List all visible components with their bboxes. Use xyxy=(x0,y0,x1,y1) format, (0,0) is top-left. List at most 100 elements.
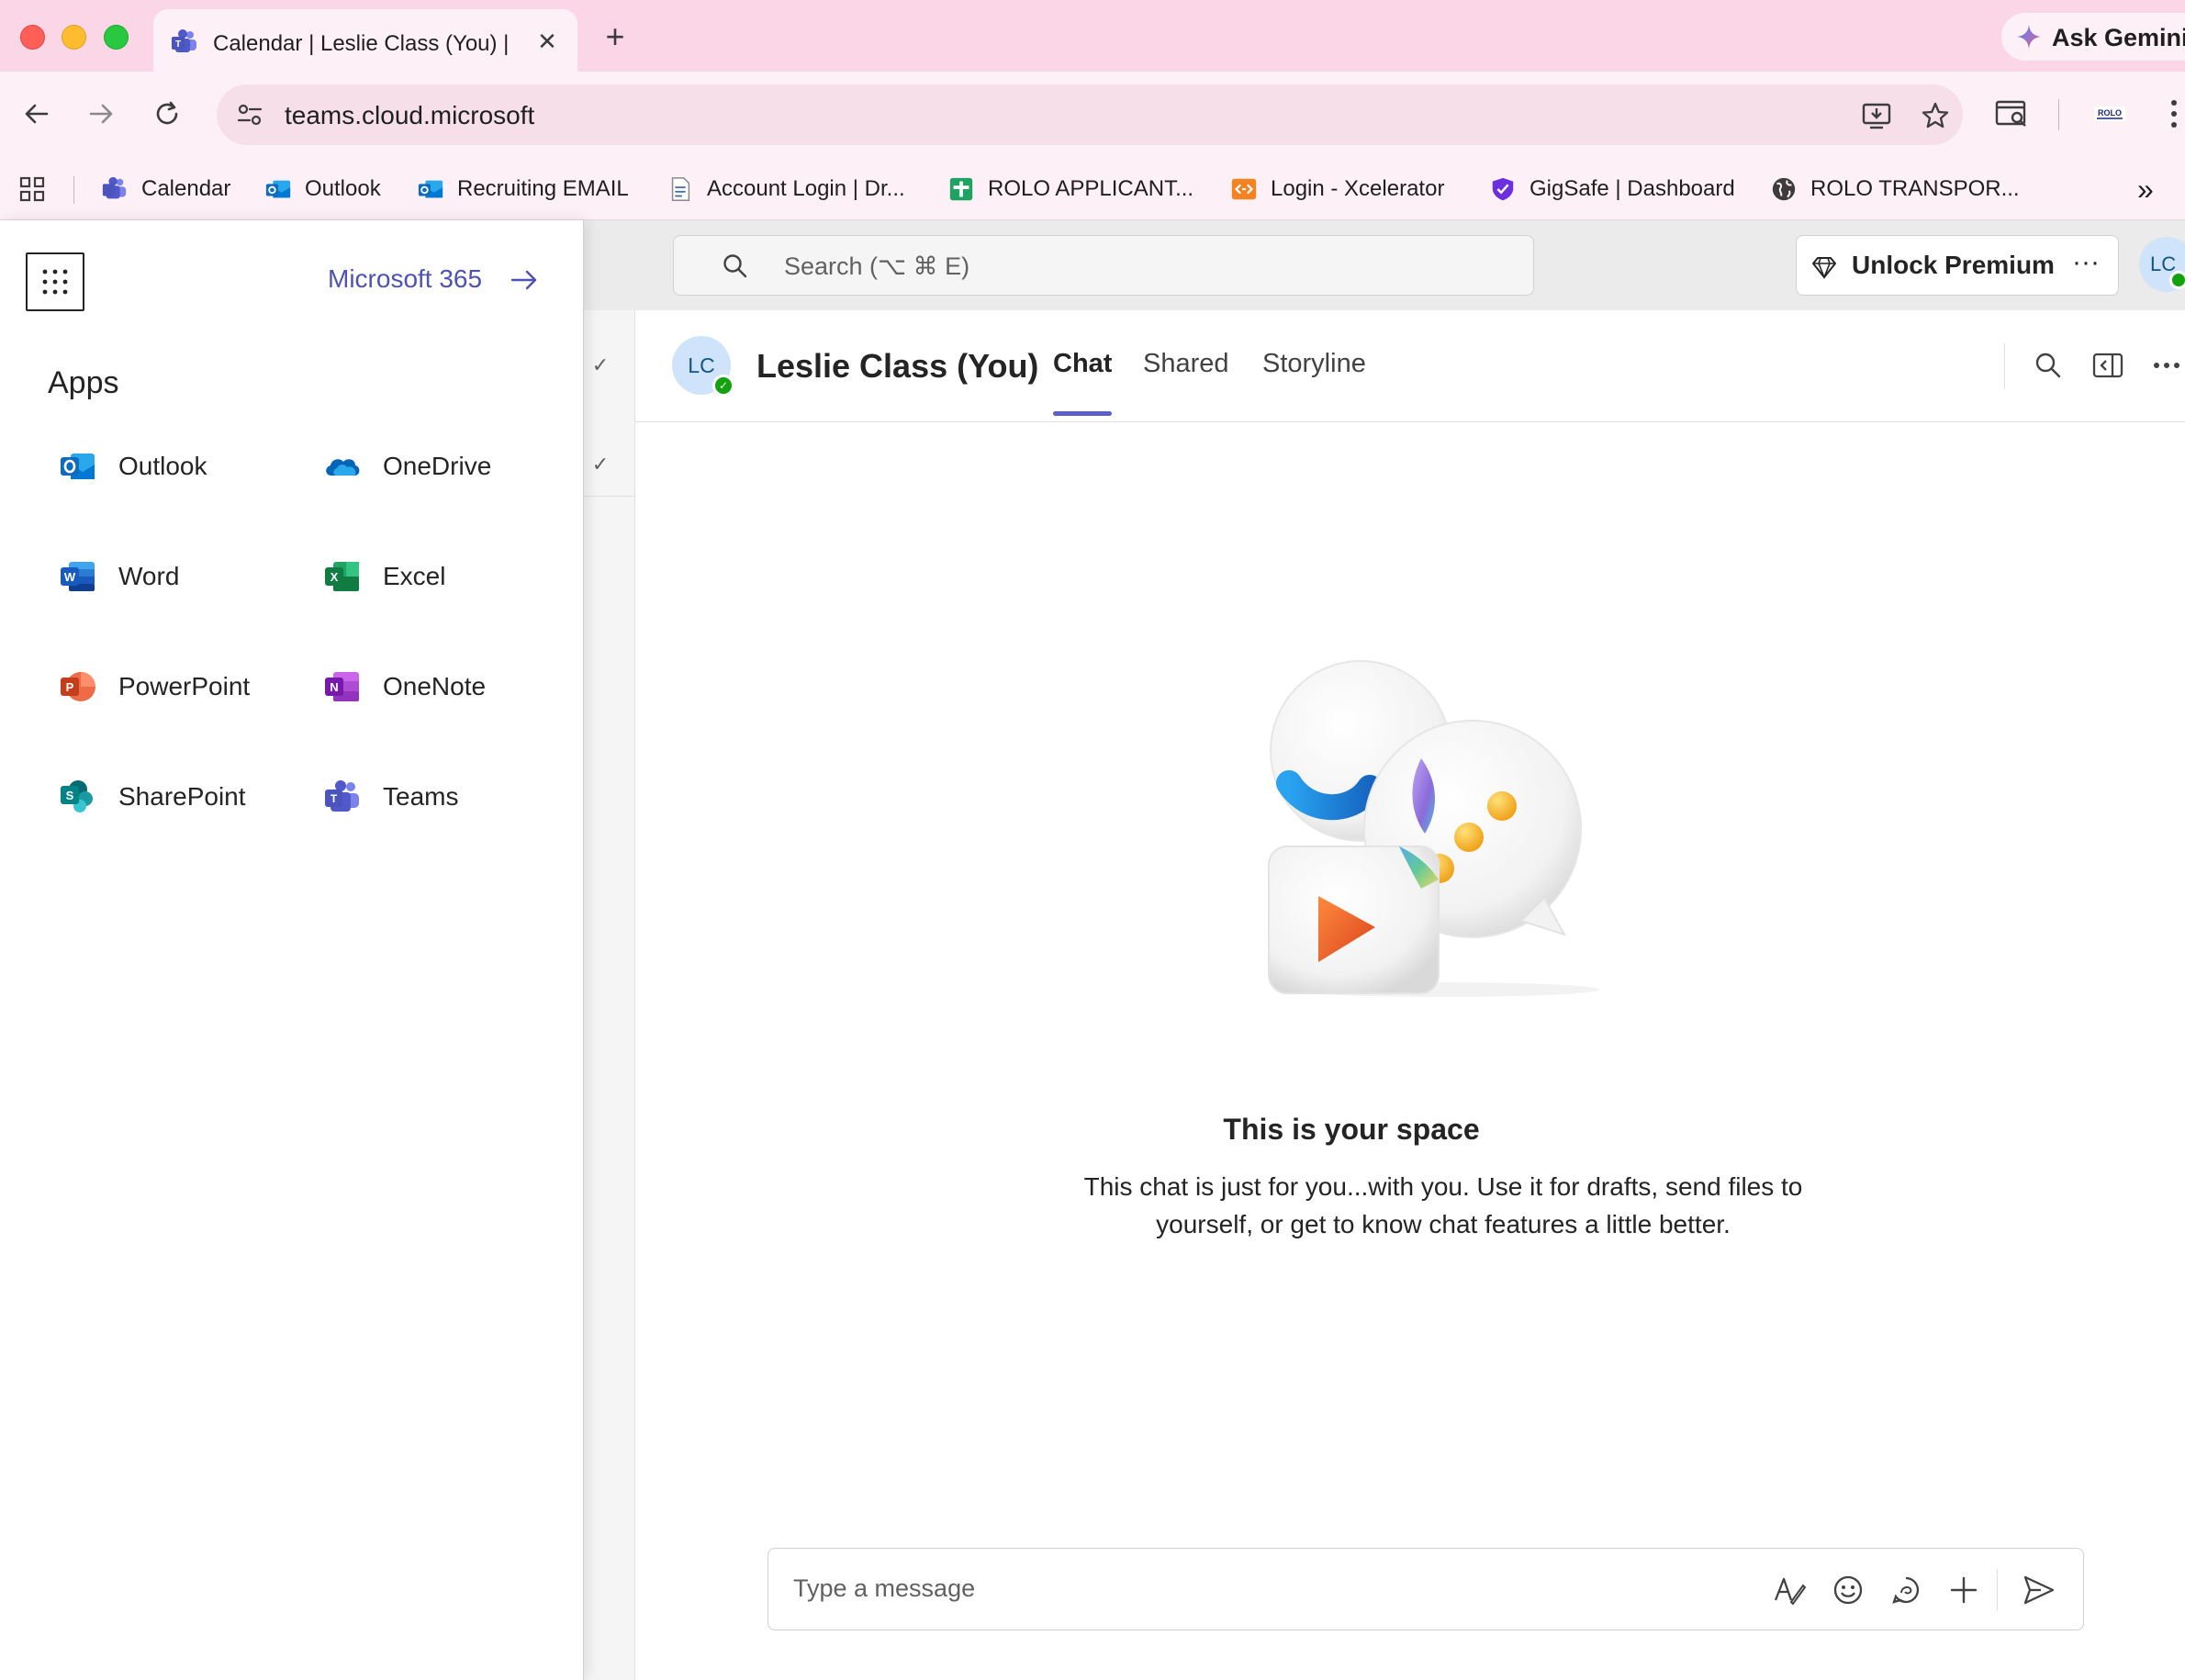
bookmarks-divider xyxy=(73,176,74,204)
install-app-button[interactable] xyxy=(1858,97,1895,134)
arrow-left-icon xyxy=(25,104,49,124)
check-icon: ✓ xyxy=(591,453,610,476)
onenote-icon: N xyxy=(325,672,359,701)
app-word[interactable]: W Word xyxy=(58,554,179,599)
bookmark-label: GigSafe | Dashboard xyxy=(1530,176,1735,201)
bookmark-label: ROLO TRANSPOR... xyxy=(1810,176,2020,201)
app-onedrive[interactable]: OneDrive xyxy=(322,444,491,488)
zoom-window-button[interactable] xyxy=(104,25,129,50)
app-launcher-button[interactable] xyxy=(26,252,84,311)
emoji-button[interactable] xyxy=(1830,1572,1866,1608)
bookmark-item[interactable]: Login - Xcelerator xyxy=(1230,171,1444,207)
apps-grid-icon xyxy=(19,176,45,202)
bookmark-label: Account Login | Dr... xyxy=(707,176,905,201)
svg-text:X: X xyxy=(331,570,339,584)
bookmark-item[interactable]: ROLO TRANSPOR... xyxy=(1770,171,2020,207)
app-onenote[interactable]: N OneNote xyxy=(322,665,486,709)
address-bar[interactable]: teams.cloud.microsoft xyxy=(217,84,1963,145)
forward-button[interactable] xyxy=(79,92,123,136)
composer-divider xyxy=(1997,1569,1998,1611)
excel-icon: X xyxy=(325,562,359,591)
send-icon xyxy=(2023,1575,2055,1605)
format-button[interactable] xyxy=(1771,1572,1808,1608)
ask-gemini-button[interactable]: Ask Gemini xyxy=(2001,13,2185,61)
svg-text:N: N xyxy=(330,680,338,694)
app-powerpoint[interactable]: P PowerPoint xyxy=(58,665,250,709)
app-teams[interactable]: T Teams xyxy=(322,775,458,819)
bookmark-item[interactable]: ROLO APPLICANT... xyxy=(947,171,1193,207)
more-bookmarks-button[interactable]: » xyxy=(2137,171,2154,207)
empty-state-description: This chat is just for you...with you. Us… xyxy=(1083,1172,1803,1238)
browser-toolbar: teams.cloud.microsoft ROLO xyxy=(0,72,2185,158)
extension-rolo-button[interactable]: ROLO xyxy=(2088,92,2132,136)
search-icon xyxy=(723,254,747,278)
bookmark-label: ROLO APPLICANT... xyxy=(988,176,1194,201)
app-excel[interactable]: X Excel xyxy=(322,554,445,599)
bookmark-item[interactable]: Account Login | Dr... xyxy=(667,171,905,207)
chat-title: Leslie Class (You) xyxy=(756,347,1039,385)
teams-icon: T xyxy=(325,780,359,812)
code-icon xyxy=(1231,178,1257,200)
tab-shared[interactable]: Shared xyxy=(1143,349,1229,379)
apps-heading: Apps xyxy=(48,365,119,400)
svg-text:T: T xyxy=(175,39,181,50)
outlook-icon xyxy=(61,454,95,479)
app-label: Word xyxy=(118,562,180,590)
svg-text:P: P xyxy=(66,680,74,694)
chat-more-options-button[interactable] xyxy=(2148,347,2185,384)
more-options-icon[interactable]: ··· xyxy=(2072,247,2100,278)
minimize-window-button[interactable] xyxy=(62,25,86,50)
star-icon xyxy=(1922,102,1949,129)
arrow-right-icon[interactable] xyxy=(509,264,540,296)
message-input-placeholder: Type a message xyxy=(793,1574,976,1602)
outlook-icon xyxy=(418,180,443,198)
site-settings-icon[interactable] xyxy=(235,100,264,129)
svg-text:W: W xyxy=(64,570,76,584)
waffle-icon xyxy=(42,269,68,295)
bookmark-item[interactable]: Outlook xyxy=(264,171,381,207)
reload-button[interactable] xyxy=(145,92,189,136)
new-tab-button[interactable]: + xyxy=(597,20,633,57)
loop-component-button[interactable] xyxy=(1888,1572,1924,1608)
open-side-panel-button[interactable] xyxy=(2090,347,2126,384)
tab-storyline[interactable]: Storyline xyxy=(1262,349,1366,379)
apps-shortcut-button[interactable] xyxy=(18,171,46,207)
search-in-chat-button[interactable] xyxy=(2030,347,2067,384)
back-button[interactable] xyxy=(15,92,59,136)
tab-search-button[interactable] xyxy=(1990,92,2034,136)
word-icon: W xyxy=(61,562,95,591)
bookmarks-bar: Calendar Outlook Recruiting EMAIL Accoun… xyxy=(0,158,2185,220)
app-sharepoint[interactable]: S SharePoint xyxy=(58,775,246,819)
svg-text:ROLO: ROLO xyxy=(2098,108,2122,118)
bookmark-item[interactable]: GigSafe | Dashboard xyxy=(1489,171,1735,207)
microsoft-365-link[interactable]: Microsoft 365 xyxy=(328,264,482,294)
app-label: Outlook xyxy=(118,452,207,480)
tab-strip: T Calendar | Leslie Class (You) | ✕ + As… xyxy=(0,0,2185,72)
arrow-right-icon xyxy=(89,104,113,124)
close-window-button[interactable] xyxy=(20,25,45,50)
chat-list-pane: ✓ ✓ xyxy=(584,310,635,1680)
bookmark-star-button[interactable] xyxy=(1917,97,1954,134)
install-icon xyxy=(1862,103,1891,129)
browser-tab-active[interactable]: T Calendar | Leslie Class (You) | ✕ xyxy=(153,9,577,72)
url-text: teams.cloud.microsoft xyxy=(285,101,535,129)
vertical-more-icon xyxy=(2171,100,2177,128)
empty-state-title: This is your space xyxy=(1223,1113,1480,1146)
outlook-icon xyxy=(265,180,291,198)
shield-icon xyxy=(1492,177,1514,201)
unlock-premium-button[interactable]: Unlock Premium ··· xyxy=(1796,235,2119,296)
svg-text:S: S xyxy=(66,789,74,802)
chat-header: LC ✓ Leslie Class (You) Chat Shared Stor… xyxy=(635,310,2185,422)
message-composer[interactable]: Type a message xyxy=(768,1548,2084,1630)
globe-icon xyxy=(1772,177,1796,201)
search-input[interactable]: Search (⌥ ⌘ E) xyxy=(673,235,1534,296)
bookmark-item[interactable]: Recruiting EMAIL xyxy=(417,171,629,207)
bookmark-item[interactable]: Calendar xyxy=(101,171,230,207)
send-button[interactable] xyxy=(2021,1572,2057,1608)
tab-close-icon[interactable]: ✕ xyxy=(532,26,563,57)
app-outlook[interactable]: Outlook xyxy=(58,444,207,488)
add-attachment-button[interactable] xyxy=(1945,1572,1982,1608)
tab-title: Calendar | Leslie Class (You) | xyxy=(213,31,510,56)
tab-chat[interactable]: Chat xyxy=(1053,349,1112,379)
browser-menu-button[interactable] xyxy=(2152,92,2185,136)
